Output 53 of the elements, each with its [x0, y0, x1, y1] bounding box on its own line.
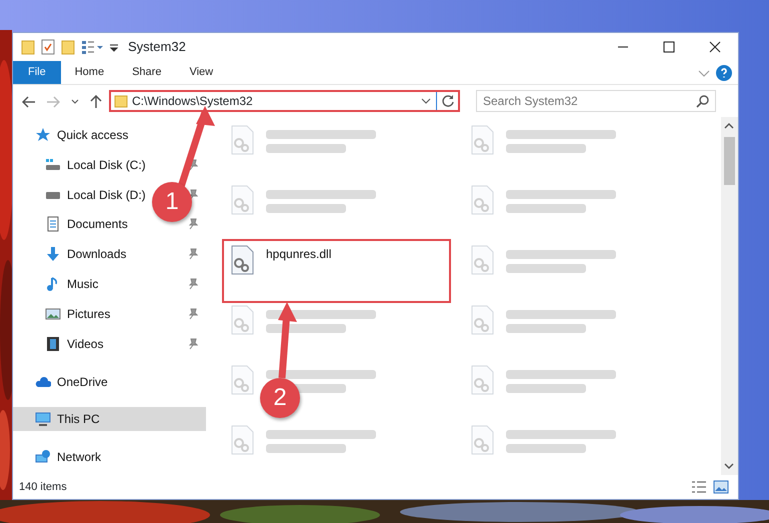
sidebar-item[interactable]: Music — [13, 272, 206, 296]
file-icon — [470, 305, 496, 337]
file-icon — [470, 185, 496, 217]
network-icon — [35, 449, 51, 466]
refresh-icon[interactable] — [441, 94, 455, 108]
file-icon — [470, 365, 496, 397]
sidebar-item[interactable]: Network — [13, 445, 206, 470]
scrollbar-thumb[interactable] — [724, 137, 735, 185]
ribbon-tab[interactable]: Share — [118, 61, 176, 84]
picture-icon — [45, 306, 61, 322]
help-icon[interactable] — [716, 64, 732, 80]
file-icon — [230, 125, 256, 157]
document-icon — [45, 216, 61, 232]
file-icon — [470, 245, 496, 277]
file-icon — [230, 365, 256, 397]
maximize-icon — [663, 41, 675, 53]
item-count: 140 items — [19, 480, 67, 495]
address-path: C:\Windows\System32 — [132, 93, 254, 110]
file-icon — [230, 185, 256, 217]
file-icon — [230, 305, 256, 337]
star-icon — [35, 127, 51, 143]
view-options-icon[interactable] — [81, 39, 103, 55]
download-icon — [45, 246, 61, 262]
sidebar-item[interactable]: Local Disk (C:) — [13, 152, 206, 177]
details-view-icon[interactable] — [691, 480, 707, 494]
file-icon — [470, 125, 496, 157]
new-folder-icon[interactable] — [61, 39, 75, 55]
search-field[interactable]: Search System32 — [476, 90, 716, 112]
file-icon — [230, 245, 256, 277]
scrollbar[interactable] — [721, 117, 738, 475]
ribbon-tab[interactable]: File — [13, 61, 61, 84]
sidebar-item[interactable]: Downloads — [13, 242, 206, 266]
sidebar-item[interactable]: Videos — [13, 332, 206, 356]
address-bar[interactable]: C:\Windows\System32 — [109, 90, 460, 112]
file-item[interactable]: hpqunres.dll — [224, 241, 449, 301]
sidebar-item[interactable]: Pictures — [13, 302, 206, 326]
folder-icon — [114, 94, 128, 108]
folder-icon[interactable] — [21, 39, 35, 55]
sidebar-item[interactable]: Quick access — [13, 123, 206, 147]
search-icon — [696, 94, 710, 108]
properties-icon[interactable] — [41, 39, 55, 55]
large-icons-view-icon[interactable] — [713, 480, 729, 494]
file-icon — [230, 425, 256, 457]
sidebar-item[interactable]: This PC — [13, 407, 206, 432]
drive-icon — [45, 156, 61, 173]
film-icon — [45, 336, 61, 352]
monitor-icon — [35, 411, 51, 428]
close-icon — [709, 41, 721, 53]
ribbon-tab[interactable]: View — [175, 61, 228, 84]
window-title: System32 — [128, 38, 186, 56]
sidebar-item[interactable]: OneDrive — [13, 370, 206, 394]
ribbon-tab[interactable]: Home — [60, 61, 118, 84]
file-icon — [470, 425, 496, 457]
